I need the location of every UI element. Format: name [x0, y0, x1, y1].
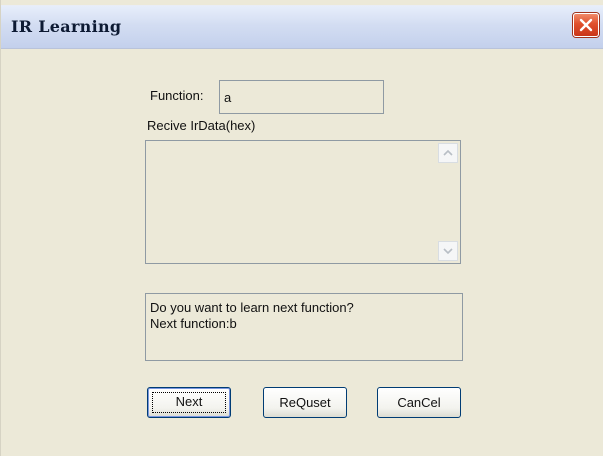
next-button[interactable]: Next [147, 387, 231, 418]
next-button-label: Next [175, 394, 203, 409]
close-button[interactable] [573, 13, 599, 37]
scroll-down-button[interactable] [438, 241, 458, 261]
message-line-2: Next function:b [150, 316, 237, 331]
ir-data-textarea[interactable] [145, 140, 461, 264]
message-line-1: Do you want to learn next function? [150, 300, 354, 315]
ir-data-label: Recive IrData(hex) [147, 118, 256, 133]
scroll-up-button[interactable] [438, 143, 458, 163]
requset-button[interactable]: ReQuset [263, 387, 347, 418]
scroll-up-arrow-icon [443, 149, 453, 156]
function-input[interactable]: a [219, 80, 384, 114]
title-bar[interactable]: IR Learning [1, 5, 603, 49]
message-box: Do you want to learn next function? Next… [145, 293, 463, 361]
scroll-down-arrow-icon [443, 248, 453, 255]
window-title: IR Learning [11, 17, 122, 36]
ir-learning-dialog: IR Learning Function: a Recive IrData(he… [0, 0, 603, 456]
cancel-button[interactable]: CanCel [377, 387, 461, 418]
function-label: Function: [150, 88, 204, 103]
close-icon [579, 18, 593, 32]
